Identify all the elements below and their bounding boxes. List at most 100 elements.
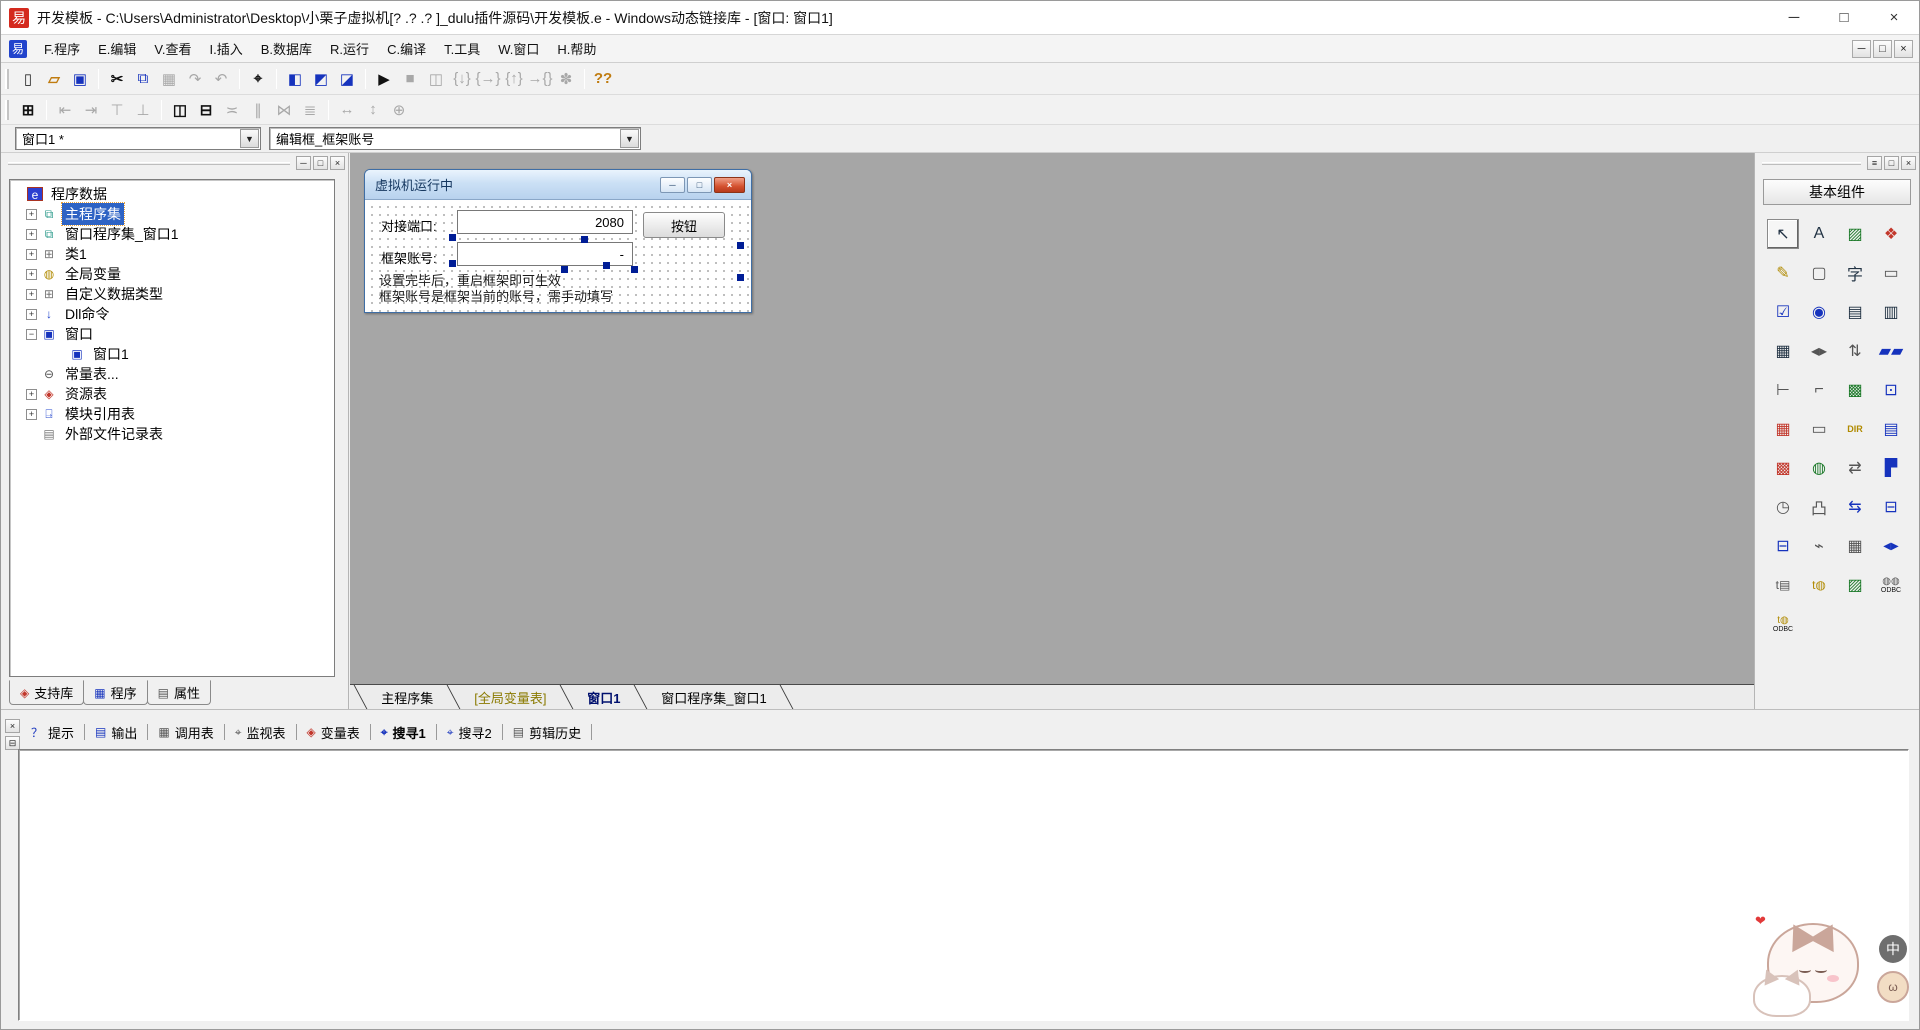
- tab-window1[interactable]: 窗口1: [560, 685, 647, 709]
- component-color-grid[interactable]: ▩: [1767, 453, 1799, 483]
- component-split-spinner[interactable]: ⇄: [1839, 453, 1871, 483]
- undo-button[interactable]: ↶: [208, 67, 234, 91]
- selection-handle[interactable]: [737, 274, 744, 281]
- open-file-button[interactable]: ▱: [41, 67, 67, 91]
- menu-help[interactable]: H.帮助: [548, 35, 605, 62]
- tab-support-library[interactable]: ◈ 支持库: [9, 680, 84, 705]
- same-size-button[interactable]: ⊕: [386, 98, 412, 122]
- panel-grip[interactable]: [1762, 162, 1861, 165]
- form-designer-button[interactable]: ⊞: [15, 98, 41, 122]
- tree-item-dll-commands[interactable]: + ↓ Dll命令: [26, 304, 332, 324]
- component-hyperlink-window[interactable]: ⊡: [1875, 375, 1907, 405]
- menu-run[interactable]: R.运行: [321, 35, 378, 62]
- tab-search1[interactable]: ⌖搜寻1: [373, 721, 434, 744]
- tree-toggle[interactable]: +: [26, 269, 37, 280]
- same-width-button[interactable]: ↔: [334, 98, 360, 122]
- align-bottom-button[interactable]: ⊥: [130, 98, 156, 122]
- dropdown-arrow-icon[interactable]: ▼: [620, 129, 639, 148]
- component-data-grid[interactable]: ▦: [1839, 531, 1871, 561]
- component-tab-control[interactable]: ⌐: [1803, 375, 1835, 405]
- apply-button[interactable]: 按钮: [643, 212, 725, 238]
- component-external-db-file[interactable]: t▤: [1767, 570, 1799, 600]
- component-pointer[interactable]: ↖: [1767, 219, 1799, 249]
- component-com-port[interactable]: ⌁: [1803, 531, 1835, 561]
- step-over-button[interactable]: {→}: [475, 67, 501, 91]
- component-database[interactable]: t◍: [1803, 570, 1835, 600]
- tab-search2[interactable]: ⌖搜寻2: [439, 721, 500, 744]
- selection-handle[interactable]: [449, 234, 456, 241]
- selection-handle[interactable]: [449, 260, 456, 267]
- menu-window[interactable]: W.窗口: [489, 35, 548, 62]
- tree-item-constant-table[interactable]: ⊖ 常量表...: [26, 364, 332, 384]
- tree-item-module-table[interactable]: + ⍈ 模块引用表: [26, 404, 332, 424]
- close-button[interactable]: ×: [1869, 1, 1919, 35]
- component-server-socket[interactable]: ⊟: [1875, 492, 1907, 522]
- menu-database[interactable]: B.数据库: [252, 35, 321, 62]
- component-check-box[interactable]: ☑: [1767, 297, 1799, 327]
- component-checked-list-box[interactable]: ▦: [1767, 336, 1799, 366]
- output-close-button[interactable]: ×: [5, 719, 20, 733]
- window-selector-combo[interactable]: 窗口1 * ▼: [15, 127, 261, 150]
- component-radio-button[interactable]: ◉: [1803, 297, 1835, 327]
- component-db-navigator[interactable]: ◀▶: [1875, 531, 1907, 561]
- menu-tools[interactable]: T.工具: [435, 35, 489, 62]
- tab-main-assembly[interactable]: 主程序集: [354, 685, 460, 709]
- component-toolbar-window[interactable]: ▛: [1875, 453, 1907, 483]
- component-label[interactable]: A: [1803, 219, 1835, 249]
- split-horizontal-button[interactable]: ◩: [308, 67, 334, 91]
- component-combo-box[interactable]: ▤: [1839, 297, 1871, 327]
- tab-program[interactable]: ▦ 程序: [83, 680, 147, 705]
- tree-item-custom-datatypes[interactable]: + ⊞ 自定义数据类型: [26, 284, 332, 304]
- component-external-image[interactable]: ▨: [1839, 570, 1871, 600]
- debug-window-button[interactable]: ◫: [423, 67, 449, 91]
- find-symbol-button[interactable]: ??: [590, 67, 616, 91]
- menu-compile[interactable]: C.编译: [378, 35, 435, 62]
- cut-button[interactable]: ✂: [104, 67, 130, 91]
- tree-toggle[interactable]: +: [26, 289, 37, 300]
- find-button[interactable]: ⌖: [245, 67, 271, 91]
- split-vertical-button[interactable]: ◧: [282, 67, 308, 91]
- component-panel[interactable]: ▭: [1875, 258, 1907, 288]
- mdi-restore-button[interactable]: □: [1873, 40, 1892, 58]
- dialog-minimize-button[interactable]: ─: [660, 177, 685, 193]
- palette-header[interactable]: 基本组件: [1763, 179, 1911, 205]
- tree-item-resource-table[interactable]: + ◈ 资源表: [26, 384, 332, 404]
- ime-indicator[interactable]: 中: [1879, 935, 1907, 963]
- dialog-close-button[interactable]: ×: [714, 177, 745, 193]
- tree-item-main-assembly[interactable]: + ⧉ 主程序集: [26, 204, 332, 224]
- dialog-caption[interactable]: 虚拟机运行中 ─ □ ×: [365, 170, 751, 200]
- component-animation-box[interactable]: ▩: [1839, 375, 1871, 405]
- mdi-close-button[interactable]: ×: [1894, 40, 1913, 58]
- tab-clip-history[interactable]: ▤剪辑历史: [505, 721, 589, 744]
- equal-space-horizontal-button[interactable]: ≍: [219, 98, 245, 122]
- tab-variable-table[interactable]: ◈变量表: [299, 721, 368, 744]
- tab-properties[interactable]: ▤ 属性: [147, 680, 211, 705]
- center-vertical-button[interactable]: ⊟: [193, 98, 219, 122]
- component-shape[interactable]: ❖: [1875, 219, 1907, 249]
- mdi-minimize-button[interactable]: ─: [1852, 40, 1871, 58]
- component-network-link[interactable]: ⊟: [1767, 531, 1799, 561]
- tab-call-table[interactable]: ▦调用表: [150, 721, 221, 744]
- menu-edit[interactable]: E.编辑: [89, 35, 145, 62]
- align-top-button[interactable]: ⊤: [104, 98, 130, 122]
- component-progress-bar[interactable]: ▰▰: [1875, 336, 1907, 366]
- component-dir-browser[interactable]: DIR: [1839, 414, 1871, 444]
- tree-toggle[interactable]: −: [26, 329, 37, 340]
- component-timer[interactable]: ◷: [1767, 492, 1799, 522]
- dropdown-arrow-icon[interactable]: ▼: [240, 129, 259, 148]
- toolbar-grip[interactable]: [5, 100, 9, 120]
- component-odbc-link[interactable]: ◍◍ODBC: [1875, 570, 1907, 600]
- selection-handle[interactable]: [631, 266, 638, 273]
- selection-handle[interactable]: [581, 236, 588, 243]
- fit-height-button[interactable]: ≣: [297, 98, 323, 122]
- palette-menu-button[interactable]: ≡: [1867, 156, 1882, 170]
- run-to-cursor-button[interactable]: →{}: [527, 67, 553, 91]
- align-right-button[interactable]: ⇥: [78, 98, 104, 122]
- menu-insert[interactable]: I.插入: [201, 35, 252, 62]
- component-client-socket[interactable]: ⇆: [1839, 492, 1871, 522]
- component-month-calendar[interactable]: ▦: [1767, 414, 1799, 444]
- step-out-button[interactable]: {↑}: [501, 67, 527, 91]
- same-height-button[interactable]: ↕: [360, 98, 386, 122]
- toolbar-grip[interactable]: [5, 69, 9, 89]
- copy-button[interactable]: ⧉: [130, 67, 156, 91]
